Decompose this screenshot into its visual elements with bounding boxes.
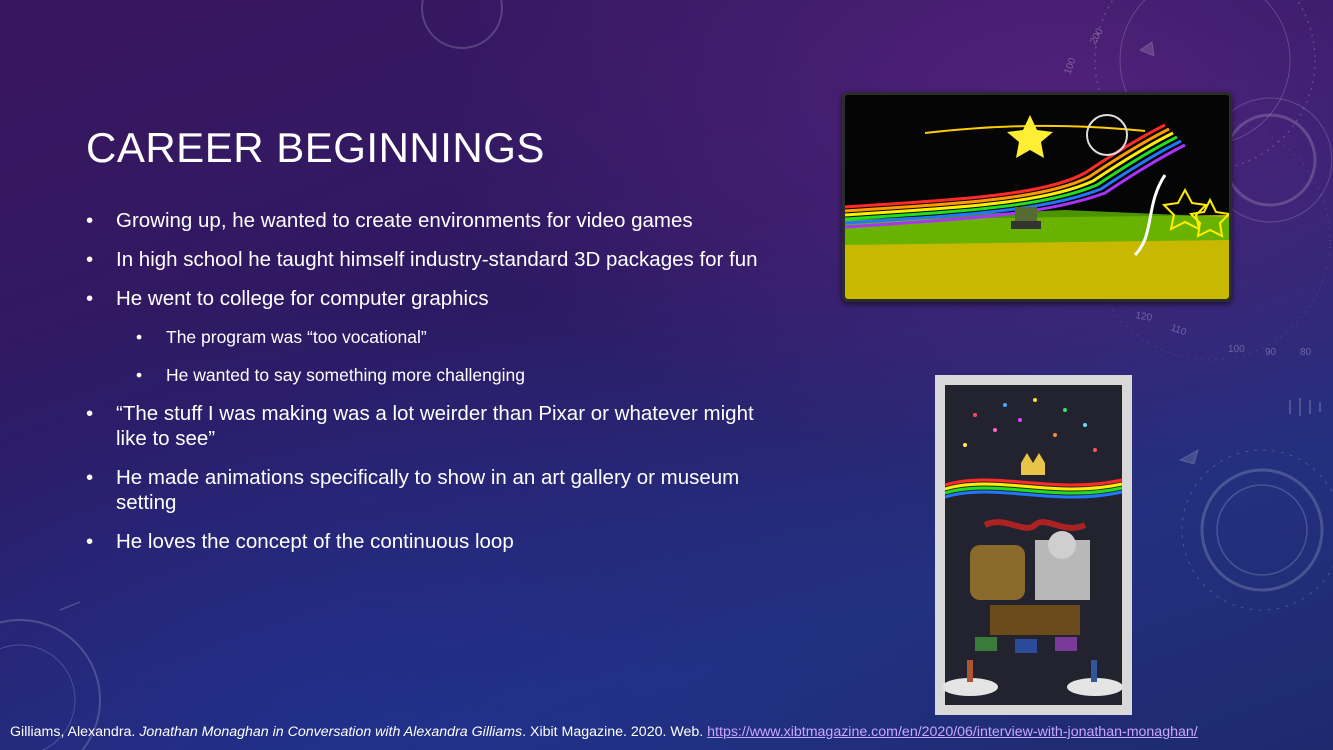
bullet-text: He loves the concept of the continuous l… xyxy=(116,530,514,553)
bullet-dot: • xyxy=(136,327,143,347)
bullet-text: The program was “too vocational” xyxy=(166,327,427,347)
dial-number: 90 xyxy=(1265,347,1277,358)
dial-number: 120 xyxy=(1134,310,1153,324)
bullet-text: He went to college for computer graphics xyxy=(116,287,489,310)
bullet-dot: • xyxy=(86,209,94,232)
bullet-item: • He made animations specifically to sho… xyxy=(86,465,766,515)
citation: Gilliams, Alexandra. Jonathan Monaghan i… xyxy=(10,724,1198,740)
bullet-text: He made animations specifically to show … xyxy=(116,466,740,514)
bullet-dot: • xyxy=(86,248,94,271)
bullet-item: • “The stuff I was making was a lot weir… xyxy=(86,401,766,451)
rainbow-road-image xyxy=(842,92,1232,302)
bullet-dot: • xyxy=(86,287,94,310)
bullet-item: • Growing up, he wanted to create enviro… xyxy=(86,208,766,233)
bullet-dot: • xyxy=(86,530,94,553)
dial-number: 80 xyxy=(1300,347,1312,358)
citation-author: Gilliams, Alexandra. xyxy=(10,724,140,740)
slide-title: CAREER BEGINNINGS xyxy=(86,124,545,171)
sub-bullet-item: • He wanted to say something more challe… xyxy=(136,363,766,388)
artwork-collage-image xyxy=(935,375,1132,715)
bullet-dot: • xyxy=(86,466,94,489)
bullet-dot: • xyxy=(86,402,94,425)
dial-number: 100 xyxy=(1062,56,1078,76)
bullet-dot: • xyxy=(136,365,143,385)
bullet-text: He wanted to say something more challeng… xyxy=(166,365,525,385)
dial-number: 200 xyxy=(1088,26,1106,46)
bullet-text: In high school he taught himself industr… xyxy=(116,248,758,271)
bullet-item: • He loves the concept of the continuous… xyxy=(86,529,766,554)
bullet-list: • Growing up, he wanted to create enviro… xyxy=(86,208,766,568)
dial-number: 100 xyxy=(1228,344,1245,355)
bullet-text: “The stuff I was making was a lot weirde… xyxy=(116,402,754,450)
citation-publication: . Xibit Magazine. 2020. Web. xyxy=(522,724,708,740)
sub-bullet-item: • The program was “too vocational” xyxy=(136,325,766,350)
citation-title: Jonathan Monaghan in Conversation with A… xyxy=(139,724,523,740)
bullet-item: • He went to college for computer graphi… xyxy=(86,286,766,311)
citation-link[interactable]: https://www.xibtmagazine.com/en/2020/06/… xyxy=(707,724,1198,740)
dial-number: 110 xyxy=(1169,322,1188,338)
bullet-text: Growing up, he wanted to create environm… xyxy=(116,209,693,232)
bullet-item: • In high school he taught himself indus… xyxy=(86,247,766,272)
